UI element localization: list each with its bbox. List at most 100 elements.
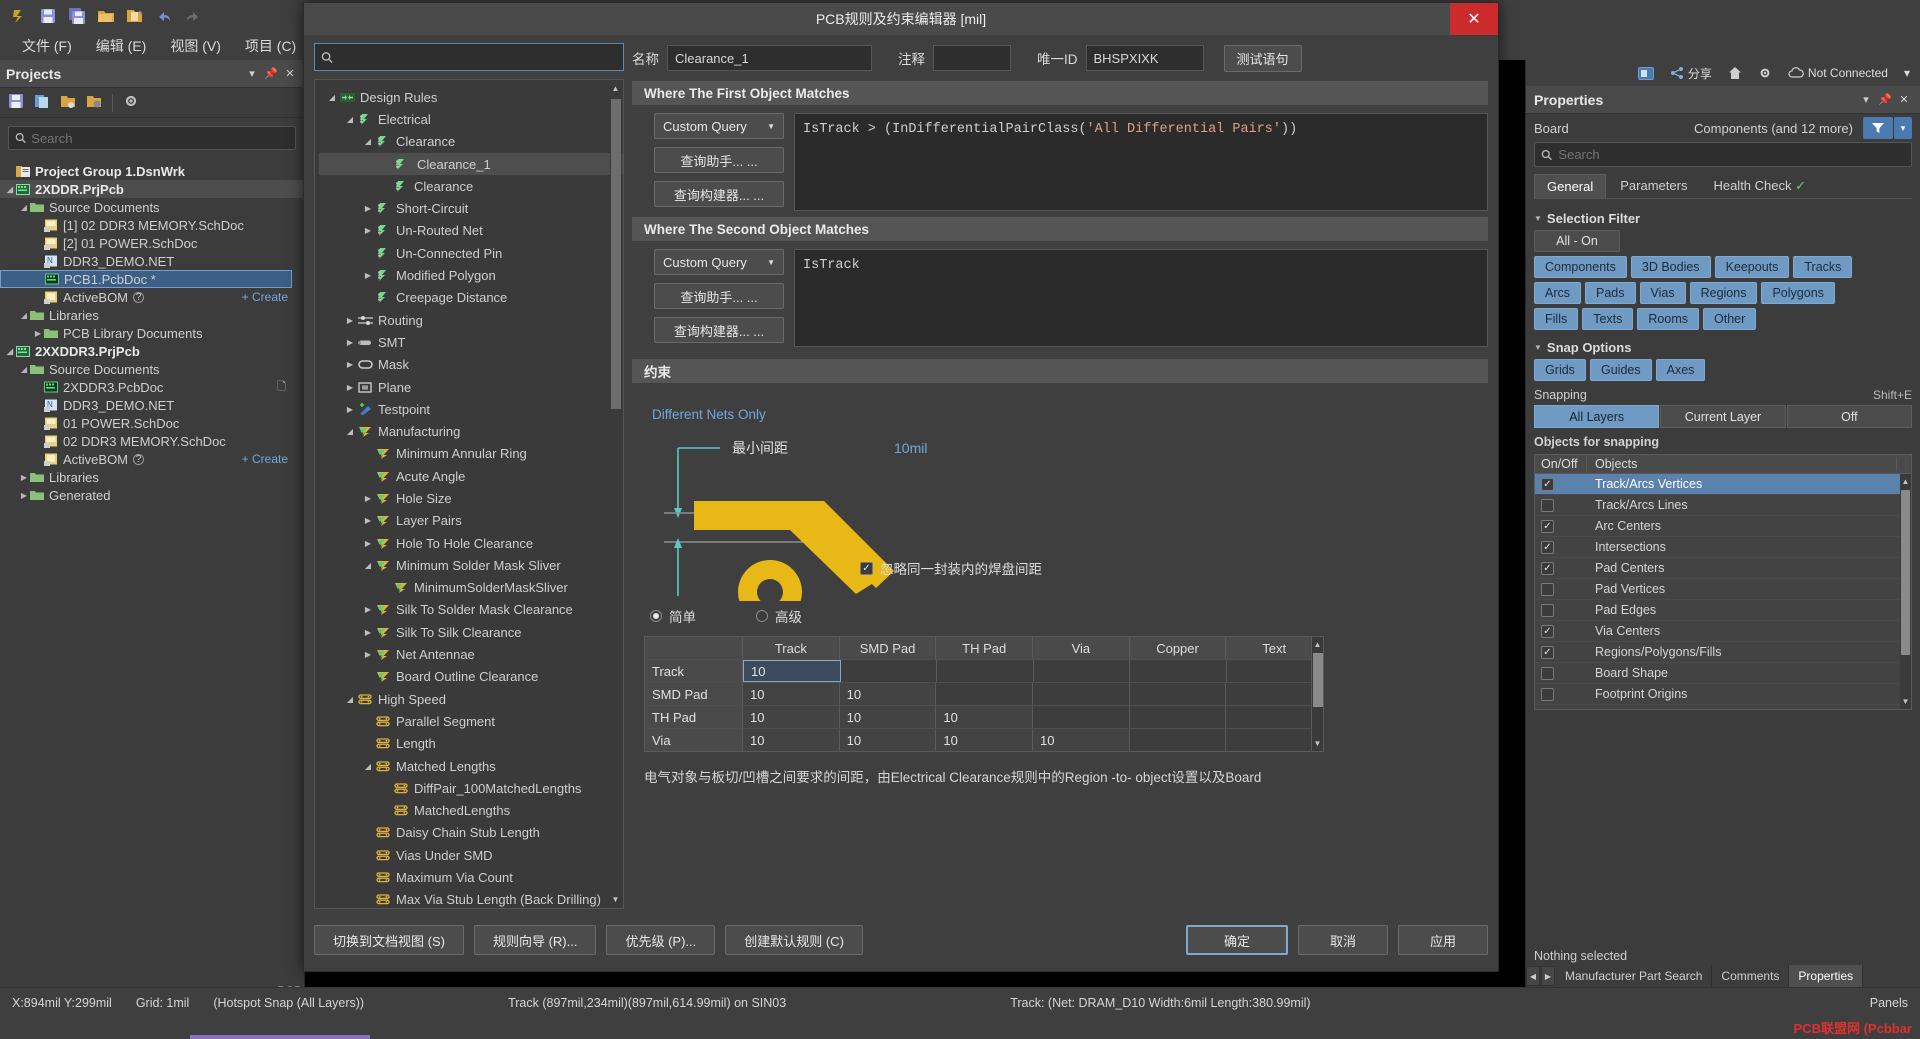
rule-tree-item[interactable]: Clearance bbox=[319, 175, 623, 197]
scroll-thumb[interactable] bbox=[1901, 490, 1910, 655]
rule-tree-item[interactable]: DiffPair_100MatchedLengths bbox=[319, 777, 623, 799]
close-icon[interactable]: ✕ bbox=[1896, 92, 1912, 108]
project-tree-item[interactable]: ◢ Source Documents bbox=[0, 198, 304, 216]
matrix-cell[interactable]: 10 bbox=[1033, 729, 1130, 751]
chevron-down-icon[interactable]: ▾ bbox=[1858, 92, 1874, 108]
open-folder-icon[interactable] bbox=[93, 4, 119, 28]
filter-other-button[interactable]: Other bbox=[1703, 308, 1757, 330]
dialog-rules-search[interactable] bbox=[314, 43, 624, 71]
chevron-down-icon[interactable]: ◢ bbox=[4, 185, 16, 194]
save-icon[interactable] bbox=[35, 4, 61, 28]
mode-advanced-radio[interactable]: 高级 bbox=[756, 606, 802, 626]
close-icon[interactable]: ✕ bbox=[282, 66, 298, 82]
cancel-button[interactable]: 取消 bbox=[1298, 925, 1388, 955]
matrix-cell[interactable] bbox=[1033, 683, 1130, 705]
dialog-rules-search-input[interactable] bbox=[338, 49, 617, 65]
rule-tree-item[interactable]: ◢ Clearance bbox=[319, 131, 623, 153]
snap-object-row[interactable]: Track/Arcs Lines bbox=[1535, 495, 1911, 516]
snap-grids-button[interactable]: Grids bbox=[1534, 359, 1586, 381]
matrix-cell[interactable] bbox=[1226, 729, 1324, 751]
project-tree-item[interactable]: ◢ 2XDDR.PrjPcb bbox=[0, 180, 304, 198]
chevron-down-icon[interactable]: ▾ bbox=[1900, 64, 1914, 82]
snap-object-row[interactable]: ✓ Track/Arcs Vertices bbox=[1535, 474, 1911, 495]
project-tree-item[interactable]: ▶ PCB Library Documents bbox=[0, 324, 304, 342]
rule-tree-item[interactable]: Board Outline Clearance bbox=[319, 666, 623, 688]
rule-tree-item[interactable]: ▶ Modified Polygon bbox=[319, 264, 623, 286]
matrix-cell[interactable]: 10 bbox=[936, 706, 1034, 728]
snap-object-row[interactable]: Pad Vertices bbox=[1535, 579, 1911, 600]
ignore-pad-checkbox[interactable]: ✓ bbox=[860, 561, 873, 575]
snap-all-layers-button[interactable]: All Layers bbox=[1534, 405, 1660, 428]
matrix-cell[interactable]: 10 bbox=[743, 729, 840, 751]
matrix-cell[interactable]: 10 bbox=[840, 683, 937, 705]
tab-comments[interactable]: Comments bbox=[1712, 965, 1790, 987]
snap-object-checkbox[interactable]: ✓ bbox=[1541, 519, 1554, 533]
matrix-scrollbar[interactable]: ▲ ▼ bbox=[1311, 637, 1323, 751]
create-link[interactable]: + Create bbox=[242, 452, 304, 466]
rule-name-input[interactable] bbox=[667, 45, 872, 71]
projects-search[interactable] bbox=[8, 126, 296, 150]
project-tree-item[interactable]: ◢ 2XXDDR3.PrjPcb bbox=[0, 342, 304, 360]
rule-tree-item[interactable]: Parallel Segment bbox=[319, 710, 623, 732]
scroll-thumb[interactable] bbox=[1313, 653, 1323, 707]
project-tree-item[interactable]: [2] 01 POWER.SchDoc bbox=[0, 234, 304, 252]
rule-tree-item[interactable]: ▶ Silk To Solder Mask Clearance bbox=[319, 599, 623, 621]
snap-object-checkbox[interactable]: ✓ bbox=[1541, 645, 1554, 659]
pin-icon[interactable]: 📌 bbox=[1877, 92, 1893, 108]
project-tree-item[interactable]: ▶ Libraries bbox=[0, 468, 304, 486]
first-query-builder-button[interactable]: 查询构建器... ... bbox=[654, 181, 784, 207]
chevron-right-icon[interactable]: ▶ bbox=[361, 539, 375, 548]
open-folder-icon[interactable] bbox=[60, 93, 76, 112]
filter-rooms-button[interactable]: Rooms bbox=[1637, 308, 1699, 330]
project-tree-item[interactable]: ▶ Generated bbox=[0, 486, 304, 504]
chevron-right-icon[interactable]: ▶ bbox=[32, 329, 44, 338]
filter-dropdown-icon[interactable]: ▾ bbox=[1894, 117, 1912, 139]
snap-object-row[interactable]: Footprint Origins bbox=[1535, 684, 1911, 705]
chevron-right-icon[interactable]: ▶ bbox=[361, 226, 375, 235]
close-icon[interactable]: ✕ bbox=[1450, 3, 1498, 35]
chevron-right-icon[interactable]: ▶ bbox=[343, 405, 357, 414]
screen-icon[interactable] bbox=[1634, 65, 1658, 82]
matrix-cell[interactable]: 10 bbox=[743, 683, 840, 705]
rule-tree-item[interactable]: ▶ Silk To Silk Clearance bbox=[319, 621, 623, 643]
rule-tree-item[interactable]: Maximum Via Count bbox=[319, 866, 623, 888]
filter-texts-button[interactable]: Texts bbox=[1582, 308, 1634, 330]
rule-tree-item[interactable]: ◢ Manufacturing bbox=[319, 420, 623, 442]
snap-object-checkbox[interactable]: ✓ bbox=[1541, 624, 1554, 638]
snap-object-row[interactable]: 3D Body Snap Points bbox=[1535, 705, 1911, 709]
rule-tree-item[interactable]: Acute Angle bbox=[319, 465, 623, 487]
snap-object-checkbox[interactable] bbox=[1541, 582, 1554, 596]
rule-tree-item[interactable]: ▶ Layer Pairs bbox=[319, 510, 623, 532]
filter-vias-button[interactable]: Vias bbox=[1639, 282, 1686, 304]
chevron-right-icon[interactable]: ▶ bbox=[361, 271, 375, 280]
chevron-right-icon[interactable]: ▶ bbox=[18, 473, 30, 482]
rule-tree-item[interactable]: MatchedLengths bbox=[319, 800, 623, 822]
rule-tree-item[interactable]: ▶ Plane bbox=[319, 376, 623, 398]
matrix-cell[interactable]: 10 bbox=[936, 729, 1034, 751]
chevron-down-icon[interactable]: ◢ bbox=[343, 427, 357, 436]
chevron-right-icon[interactable]: ▶ bbox=[361, 494, 375, 503]
project-tree-item[interactable]: ◢ Libraries bbox=[0, 306, 304, 324]
snap-object-checkbox[interactable] bbox=[1541, 708, 1554, 709]
snap-object-checkbox[interactable] bbox=[1541, 687, 1554, 701]
snap-object-row[interactable]: ✓ Intersections bbox=[1535, 537, 1911, 558]
dialog-tree-scrollbar[interactable]: ▲ ▼ bbox=[610, 81, 622, 907]
snap-options-header[interactable]: ▼ Snap Options bbox=[1534, 334, 1912, 359]
project-tree-item[interactable]: 01 POWER.SchDoc bbox=[0, 414, 304, 432]
first-object-query[interactable]: IsTrack > (InDifferentialPairClass('All … bbox=[794, 113, 1488, 211]
scroll-down-icon[interactable]: ▼ bbox=[1901, 695, 1910, 708]
tab-health-check[interactable]: Health Check ✓ bbox=[1701, 174, 1819, 198]
chevron-down-icon[interactable]: ◢ bbox=[343, 115, 357, 124]
rule-tree-item[interactable]: ◢ Matched Lengths bbox=[319, 755, 623, 777]
chevron-down-icon[interactable]: ▾ bbox=[244, 66, 260, 82]
snap-object-row[interactable]: Pad Edges bbox=[1535, 600, 1911, 621]
matrix-cell[interactable] bbox=[1129, 729, 1227, 751]
rule-tree-item[interactable]: Clearance_1 bbox=[319, 152, 623, 176]
rule-tree-item[interactable]: MinimumSolderMaskSliver bbox=[319, 577, 623, 599]
chevron-right-icon[interactable]: ▶ bbox=[343, 338, 357, 347]
open-project-icon[interactable] bbox=[122, 4, 148, 28]
project-tree-item[interactable]: PCB1.PcbDoc * bbox=[0, 270, 292, 288]
snap-table-scrollbar[interactable]: ▲ ▼ bbox=[1900, 474, 1911, 709]
chevron-right-icon[interactable]: ▶ bbox=[343, 316, 357, 325]
scroll-thumb[interactable] bbox=[611, 99, 621, 409]
